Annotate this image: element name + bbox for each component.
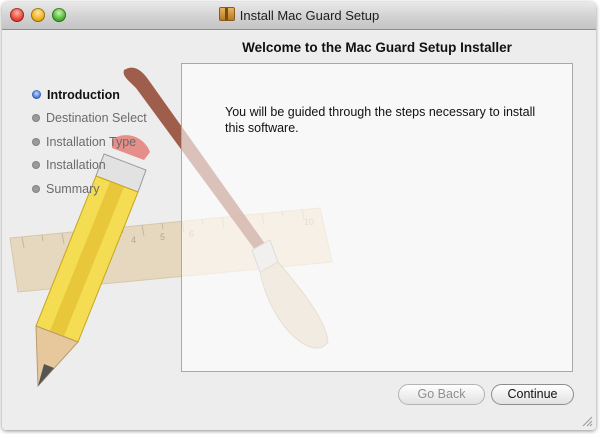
svg-text:5: 5 bbox=[160, 232, 165, 242]
intro-message: You will be guided through the steps nec… bbox=[225, 105, 536, 135]
step-label: Installation bbox=[46, 158, 106, 173]
step-label: Installation Type bbox=[46, 134, 137, 149]
installer-window: Install Mac Guard Setup 456 bbox=[2, 2, 596, 430]
continue-button[interactable]: Continue bbox=[491, 384, 574, 405]
step-installation-type: Installation Type bbox=[32, 130, 147, 154]
step-label: Destination Select bbox=[46, 111, 147, 126]
window-title: Install Mac Guard Setup bbox=[239, 8, 380, 23]
package-icon bbox=[218, 7, 235, 21]
step-label: Introduction bbox=[47, 87, 120, 102]
window-title-group: Install Mac Guard Setup bbox=[2, 7, 596, 23]
resize-grip-icon[interactable] bbox=[582, 416, 593, 427]
title-bar[interactable]: Install Mac Guard Setup bbox=[2, 2, 596, 30]
step-bullet-icon bbox=[32, 114, 40, 123]
page-heading: Welcome to the Mac Guard Setup Installer bbox=[242, 40, 512, 55]
step-bullet-icon bbox=[32, 161, 40, 170]
svg-text:4: 4 bbox=[131, 235, 136, 245]
step-installation: Installation bbox=[32, 154, 147, 178]
content-panel: You will be guided through the steps nec… bbox=[181, 63, 573, 372]
installer-content: 456 10 Welcome to the Mac Guard Setup In… bbox=[2, 30, 596, 430]
step-summary: Summary bbox=[32, 177, 147, 201]
step-destination-select: Destination Select bbox=[32, 107, 147, 131]
current-step-bullet-icon bbox=[32, 90, 41, 100]
step-bullet-icon bbox=[32, 137, 40, 146]
step-bullet-icon bbox=[32, 184, 40, 193]
step-label: Summary bbox=[46, 181, 100, 196]
step-introduction: Introduction bbox=[32, 83, 147, 107]
installer-steps: Introduction Destination Select Installa… bbox=[32, 83, 147, 201]
go-back-button[interactable]: Go Back bbox=[398, 384, 485, 405]
